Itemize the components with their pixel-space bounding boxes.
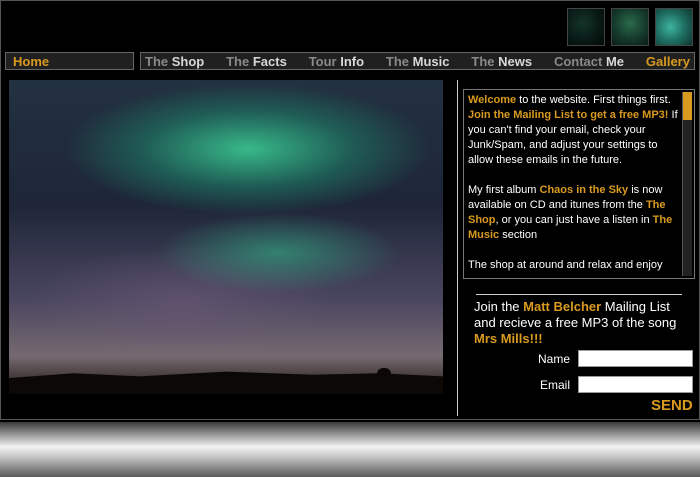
news-scrollbar-thumb[interactable] <box>683 92 692 120</box>
aurora-thumbnail-2[interactable] <box>611 8 649 46</box>
home-nav-box: Home <box>5 52 134 70</box>
send-button[interactable]: SEND <box>651 397 693 414</box>
nav-shop-link[interactable]: The Shop <box>145 54 204 69</box>
aurora-thumbnail-1[interactable] <box>567 8 605 46</box>
nav-facts-link[interactable]: The Facts <box>226 54 287 69</box>
nav-music-link[interactable]: The Music <box>386 54 450 69</box>
news-paragraph-welcome: Welcome to the website. First things fir… <box>468 94 678 166</box>
artist-name: Matt Belcher <box>523 299 602 314</box>
page-frame: Home The Shop The Facts Tour Info The Mu… <box>0 0 700 420</box>
nav-home-link[interactable]: Home <box>13 54 49 69</box>
name-label: Name <box>537 352 570 366</box>
nav-gallery-link[interactable]: Gallery <box>646 54 690 69</box>
main-navigation: Home The Shop The Facts Tour Info The Mu… <box>5 52 695 70</box>
aurora-thumbnail-3[interactable] <box>655 8 693 46</box>
news-content: Welcome to the website. First things fir… <box>468 93 680 278</box>
news-scrollbar[interactable] <box>682 92 692 276</box>
email-input[interactable] <box>578 376 693 393</box>
aurora-hero-image <box>9 80 443 394</box>
column-divider <box>457 80 458 416</box>
gallery-thumbnails <box>567 8 693 46</box>
welcome-heading: Welcome <box>468 94 517 106</box>
signup-divider <box>476 294 682 295</box>
nav-menu: The Shop The Facts Tour Info The Music T… <box>140 52 695 70</box>
name-input[interactable] <box>578 350 693 367</box>
song-title: Mrs Mills!!! <box>474 331 543 346</box>
nav-tour-info-link[interactable]: Tour Info <box>309 54 364 69</box>
mailing-list-link[interactable]: Join the Mailing List to get a free MP3! <box>468 109 668 121</box>
news-paragraph-album: My first album Chaos in the Sky is now a… <box>468 184 673 241</box>
nav-news-link[interactable]: The News <box>471 54 532 69</box>
footer-chrome-bar <box>0 422 700 477</box>
news-panel: Welcome to the website. First things fir… <box>463 89 695 279</box>
album-title: Chaos in the Sky <box>539 184 629 196</box>
person-silhouette <box>377 368 391 394</box>
email-label: Email <box>539 378 570 392</box>
mailing-list-signup-text: Join the Matt Belcher Mailing List and r… <box>474 299 677 346</box>
news-paragraph-partial: The shop at around and relax and enjoy <box>468 259 663 271</box>
nav-contact-link[interactable]: Contact Me <box>554 54 624 69</box>
